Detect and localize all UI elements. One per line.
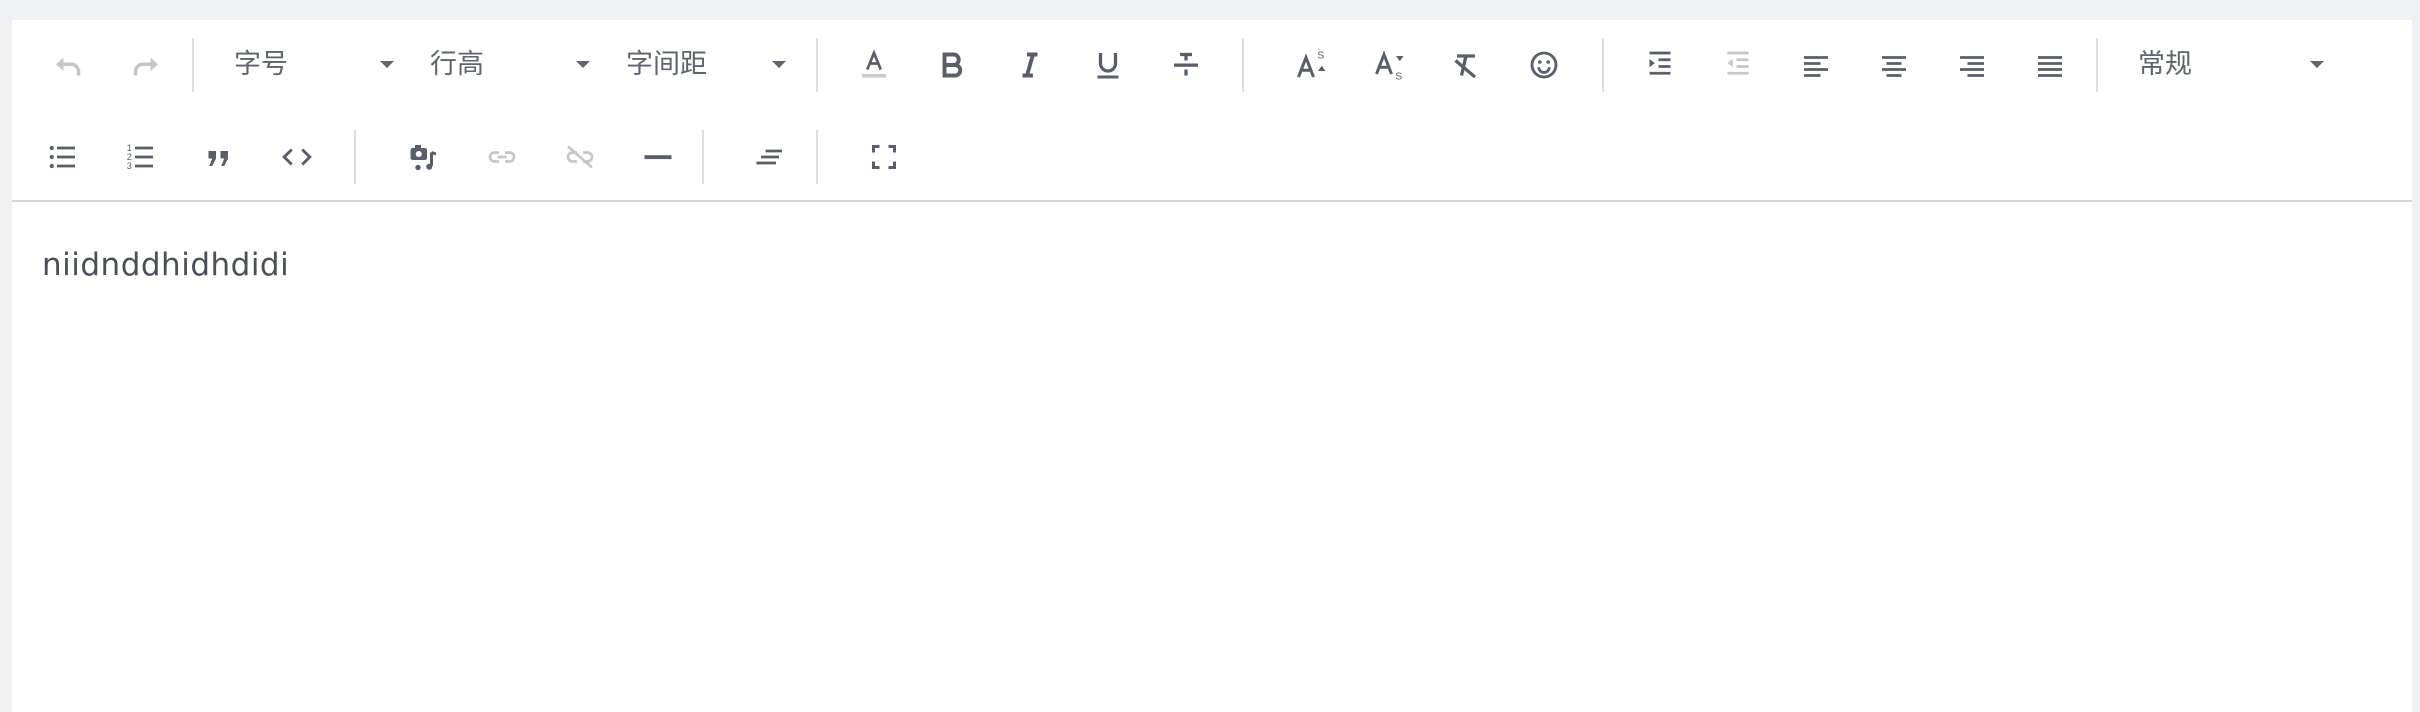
chevron-down-icon [772, 61, 786, 68]
chevron-down-icon [2310, 61, 2324, 68]
text-indent-icon [756, 149, 782, 165]
bullet-list-button[interactable] [33, 127, 93, 187]
indent-icon [1649, 51, 1671, 75]
toolbar-separator [816, 38, 818, 92]
toolbar-separator [1602, 38, 1604, 92]
editor-toolbar: 字号 行高 字间距 S S 常规 1 2 3 [12, 20, 2412, 202]
align-center-icon [1882, 56, 1906, 77]
link-icon [488, 151, 516, 163]
horizontal-rule-icon [644, 155, 672, 160]
subscript-button[interactable]: S [1360, 35, 1420, 95]
code-icon [282, 148, 312, 166]
align-center-button[interactable] [1864, 35, 1924, 95]
redo-button[interactable] [116, 35, 176, 95]
superscript-button[interactable]: S [1282, 35, 1342, 95]
strikethrough-icon [1174, 52, 1198, 76]
font-size-label: 字号 [234, 49, 288, 80]
italic-button[interactable] [1000, 35, 1060, 95]
unlink-button[interactable] [550, 127, 610, 187]
content-text: niidnddhidhdidi [42, 247, 290, 283]
chevron-down-icon [576, 61, 590, 68]
align-left-icon [1804, 56, 1828, 77]
letter-spacing-select[interactable]: 字间距 [626, 35, 786, 95]
align-justify-button[interactable] [2020, 35, 2080, 95]
unlink-icon [566, 145, 594, 169]
undo-icon [56, 57, 81, 76]
toolbar-separator [2096, 38, 2098, 92]
redo-icon [133, 57, 158, 76]
emoji-button[interactable] [1514, 35, 1574, 95]
outdent-button[interactable] [1708, 35, 1768, 95]
underline-button[interactable] [1078, 35, 1138, 95]
numbered-list-icon: 123 [127, 143, 153, 171]
fullscreen-button[interactable] [854, 127, 914, 187]
clear-format-icon [1454, 54, 1477, 79]
bold-icon [942, 52, 963, 78]
svg-text:3: 3 [127, 161, 132, 171]
indent-button[interactable] [1630, 35, 1690, 95]
media-icon [410, 145, 437, 171]
toolbar-separator [354, 130, 356, 184]
paragraph-style-label: 常规 [2138, 49, 2192, 80]
blockquote-button[interactable] [189, 127, 249, 187]
font-color-button[interactable] [844, 35, 904, 95]
subscript-icon: S [1375, 50, 1404, 82]
font-color-icon [862, 49, 886, 78]
align-right-button[interactable] [1942, 35, 2002, 95]
toolbar-separator [1242, 38, 1244, 92]
horizontal-rule-button[interactable] [628, 127, 688, 187]
editor-content-area[interactable]: niidnddhidhdidi [12, 204, 2412, 712]
superscript-icon: S [1297, 49, 1326, 78]
svg-text:S: S [1395, 70, 1402, 82]
toolbar-separator [192, 38, 194, 92]
underline-icon [1097, 53, 1119, 79]
font-size-select[interactable]: 字号 [234, 35, 394, 95]
line-height-label: 行高 [430, 49, 484, 80]
link-button[interactable] [472, 127, 532, 187]
italic-icon [1022, 52, 1038, 78]
strikethrough-button[interactable] [1156, 35, 1216, 95]
media-button[interactable] [394, 127, 454, 187]
toolbar-separator [702, 130, 704, 184]
align-right-icon [1960, 56, 1984, 77]
outdent-icon [1727, 51, 1749, 75]
text-indent-button[interactable] [740, 127, 800, 187]
align-justify-icon [2038, 56, 2062, 77]
toolbar-separator [816, 130, 818, 184]
chevron-down-icon [380, 61, 394, 68]
letter-spacing-label: 字间距 [626, 49, 707, 80]
paragraph-style-select[interactable]: 常规 [2138, 35, 2324, 95]
emoji-icon [1530, 51, 1558, 79]
bullet-list-icon [49, 145, 75, 169]
align-left-button[interactable] [1786, 35, 1846, 95]
undo-button[interactable] [38, 35, 98, 95]
rich-text-editor: 字号 行高 字间距 S S 常规 1 2 3 niidnddhidhdidi [12, 20, 2412, 712]
clear-format-button[interactable] [1436, 35, 1496, 95]
code-button[interactable] [267, 127, 327, 187]
line-height-select[interactable]: 行高 [430, 35, 590, 95]
blockquote-icon [208, 151, 228, 166]
numbered-list-button[interactable]: 123 [111, 127, 171, 187]
bold-button[interactable] [922, 35, 982, 95]
svg-text:S: S [1317, 49, 1324, 61]
fullscreen-icon [872, 145, 896, 169]
